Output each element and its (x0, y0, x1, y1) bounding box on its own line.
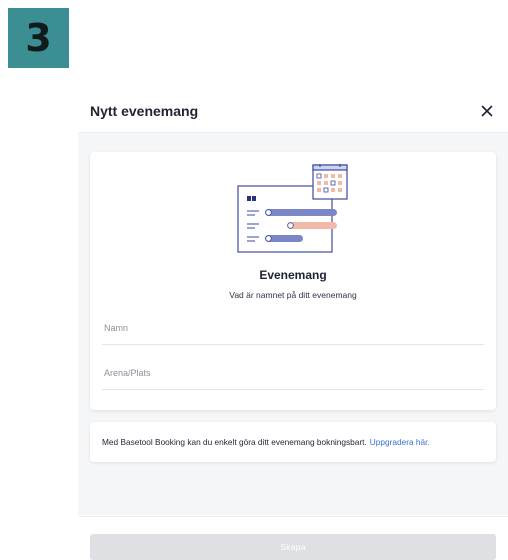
event-calendar-illustration-icon (237, 164, 348, 253)
event-name-card: Evenemang Vad är namnet på ditt eveneman… (90, 152, 496, 410)
modal-body: Evenemang Vad är namnet på ditt eveneman… (78, 133, 508, 515)
modal-header: Nytt evenemang (78, 92, 508, 133)
create-button[interactable]: Skapa (90, 534, 496, 560)
event-name-input[interactable] (102, 318, 484, 345)
modal-footer: Skapa (78, 516, 508, 560)
modal-title: Nytt evenemang (90, 103, 199, 119)
step-badge: 3 (8, 8, 69, 68)
venue-input[interactable] (102, 363, 484, 390)
close-icon (481, 105, 493, 117)
upgrade-info-card: Med Basetool Booking kan du enkelt göra … (90, 422, 496, 462)
upgrade-link[interactable]: Uppgradera här. (370, 437, 430, 447)
upgrade-info-text: Med Basetool Booking kan du enkelt göra … (90, 437, 430, 447)
close-button[interactable] (476, 100, 498, 122)
new-event-modal: Nytt evenemang Evenemang Vad är namnet p… (78, 92, 508, 560)
card-title: Evenemang (259, 268, 327, 282)
card-subtitle: Vad är namnet på ditt evenemang (229, 290, 357, 300)
upgrade-info-message: Med Basetool Booking kan du enkelt göra … (102, 437, 367, 447)
